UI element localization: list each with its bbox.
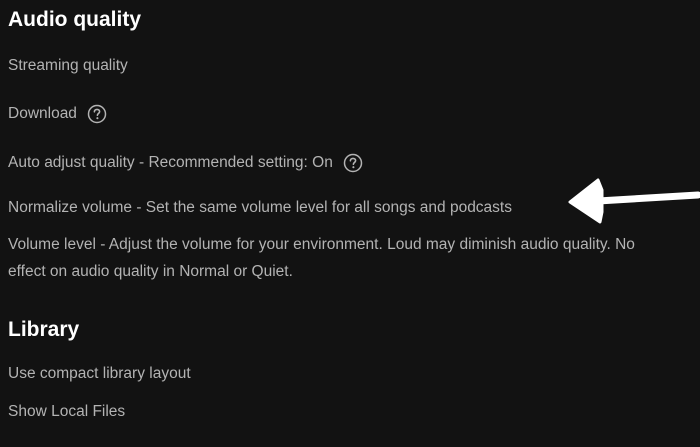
section-heading-library: Library <box>8 318 80 341</box>
setting-volume-level: Volume level - Adjust the volume for you… <box>8 231 648 285</box>
setting-label: Download <box>8 105 77 122</box>
setting-label: Volume level - Adjust the volume for you… <box>8 236 635 280</box>
setting-download: Download <box>8 104 107 124</box>
setting-label: Normalize volume - Set the same volume l… <box>8 199 512 216</box>
setting-compact-library-layout: Use compact library layout <box>8 364 191 384</box>
setting-normalize-volume: Normalize volume - Set the same volume l… <box>8 198 512 218</box>
setting-streaming-quality: Streaming quality <box>8 56 128 76</box>
setting-label: Streaming quality <box>8 57 128 74</box>
section-heading-audio-quality: Audio quality <box>8 8 141 31</box>
setting-label: Use compact library layout <box>8 365 191 382</box>
help-circle-icon[interactable] <box>87 104 107 124</box>
arrow-left-icon <box>568 178 700 224</box>
setting-show-local-files: Show Local Files <box>8 402 125 422</box>
help-circle-icon[interactable] <box>343 153 363 173</box>
setting-auto-adjust-quality: Auto adjust quality - Recommended settin… <box>8 153 363 173</box>
setting-label: Show Local Files <box>8 403 126 420</box>
setting-label: Auto adjust quality - Recommended settin… <box>8 154 333 171</box>
